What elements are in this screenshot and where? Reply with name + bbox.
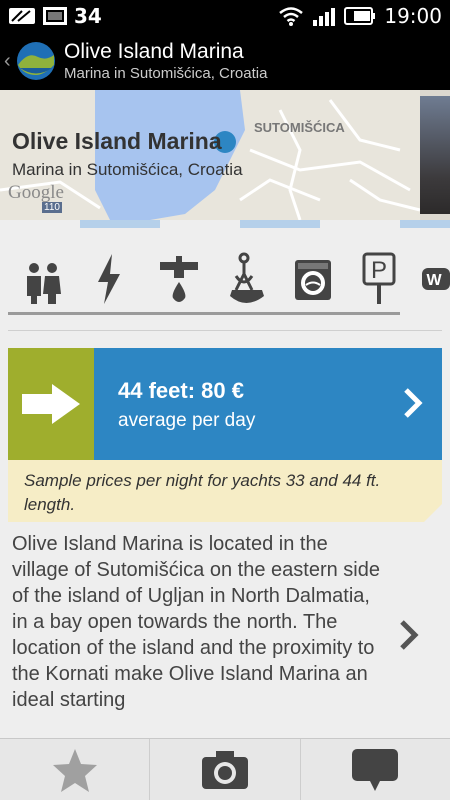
svg-text:W: W <box>426 272 442 289</box>
price-arrow-panel <box>8 348 94 460</box>
page-title: Olive Island Marina <box>64 40 244 63</box>
svg-text:P: P <box>371 257 387 284</box>
notification-count: 34 <box>74 4 102 28</box>
wifi-signal-icon <box>279 7 304 26</box>
favorite-button[interactable] <box>0 739 151 800</box>
message-icon <box>9 8 35 24</box>
pager-indicator <box>80 220 450 228</box>
electricity-icon <box>98 254 120 304</box>
amenities-row[interactable]: P W <box>0 240 450 316</box>
chevron-right-icon[interactable] <box>402 386 424 420</box>
map-view[interactable]: SUTOMIŠĆICA Olive Island Marina Marina i… <box>0 90 450 220</box>
google-logo: Google <box>8 182 64 203</box>
back-caret-icon[interactable]: ‹ <box>4 50 14 73</box>
parking-icon: P <box>362 252 396 304</box>
page-subtitle: Marina in Sutomišćica, Croatia <box>64 65 268 82</box>
price-note-text: Sample prices per night for yachts 33 an… <box>24 471 381 514</box>
crane-hook-icon <box>230 252 264 303</box>
price-value: 44 feet: 80 € <box>118 378 244 403</box>
status-bar: 34 19:00 <box>0 0 450 32</box>
amenities-scroll-indicator <box>8 312 400 315</box>
price-period: average per day <box>118 410 256 431</box>
bottom-action-bar <box>0 738 450 800</box>
price-note: Sample prices per night for yachts 33 an… <box>8 460 442 522</box>
restroom-icon <box>27 263 61 304</box>
action-bar: ‹ Olive Island Marina Marina in Sutomišć… <box>0 32 450 90</box>
comments-button[interactable] <box>301 739 450 800</box>
arrow-right-icon <box>22 384 80 424</box>
marina-photo-thumbnail[interactable] <box>420 96 450 214</box>
map-subtitle: Marina in Sutomišćica, Croatia <box>12 160 243 179</box>
cell-signal-icon <box>313 8 336 26</box>
battery-icon <box>344 7 376 25</box>
comment-icon <box>352 748 399 791</box>
map-town-label: SUTOMIŠĆICA <box>254 120 345 135</box>
camera-icon <box>201 750 248 789</box>
app-logo-icon[interactable] <box>16 41 56 81</box>
image-icon <box>43 7 67 25</box>
water-tap-icon <box>160 256 198 302</box>
chevron-right-icon[interactable] <box>398 618 420 652</box>
marina-description[interactable]: Olive Island Marina is located in the vi… <box>12 531 382 733</box>
price-info[interactable]: 44 feet: 80 € average per day <box>94 348 442 460</box>
photos-button[interactable] <box>150 739 301 800</box>
divider <box>8 330 442 331</box>
road-number-label: 110 <box>42 202 62 213</box>
clock: 19:00 <box>384 4 442 28</box>
price-card[interactable]: 44 feet: 80 € average per day <box>8 348 442 460</box>
wifi-icon: W <box>422 268 450 290</box>
note-fold-corner <box>424 504 442 522</box>
map-title: Olive Island Marina <box>12 128 222 154</box>
washing-machine-icon <box>295 260 331 300</box>
star-icon <box>52 748 97 792</box>
map-terrain <box>0 90 450 220</box>
